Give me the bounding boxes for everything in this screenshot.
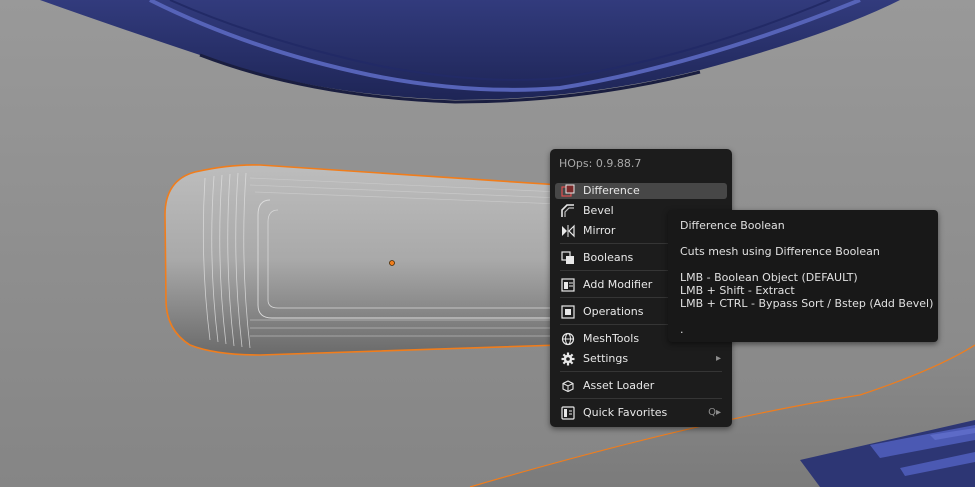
menu-item-label: Bevel — [583, 204, 614, 217]
tooltip: Difference Boolean Cuts mesh using Diffe… — [668, 210, 938, 342]
meshtools-icon — [561, 332, 575, 346]
difference-icon — [561, 184, 575, 197]
menu-item-label: MeshTools — [583, 332, 640, 345]
tooltip-description: Cuts mesh using Difference Boolean — [680, 245, 880, 258]
menu-item-quick-favorites[interactable]: Quick Favorites Q▸ — [555, 405, 727, 421]
menu-separator — [560, 398, 722, 399]
menu-item-label: Quick Favorites — [583, 406, 668, 419]
menu-item-label: Booleans — [583, 251, 634, 264]
tooltip-line: LMB - Boolean Object (DEFAULT) — [680, 271, 858, 284]
menu-item-asset-loader[interactable]: Asset Loader — [555, 378, 727, 394]
object-origin — [389, 260, 395, 266]
menu-item-settings[interactable]: Settings ▸ — [555, 351, 727, 367]
selected-mesh[interactable] — [164, 164, 561, 356]
menu-separator — [560, 371, 722, 372]
shortcut-hint: Q▸ — [708, 407, 721, 418]
tooltip-line: LMB + CTRL - Bypass Sort / Bstep (Add Be… — [680, 297, 934, 310]
menu-title: HOps: 0.9.88.7 — [559, 157, 642, 170]
booleans-icon — [561, 251, 574, 264]
menu-item-label: Operations — [583, 305, 644, 318]
quick-favorites-icon — [561, 406, 575, 420]
mirror-icon — [562, 224, 575, 238]
menu-item-difference[interactable]: Difference — [555, 183, 727, 199]
operations-icon — [561, 305, 575, 319]
bevel-icon — [561, 204, 574, 217]
gear-icon — [561, 352, 575, 366]
menu-item-label: Difference — [583, 184, 640, 197]
add-modifier-icon — [561, 278, 575, 292]
tooltip-title: Difference Boolean — [680, 219, 785, 232]
menu-item-label: Settings — [583, 352, 629, 365]
menu-item-label: Add Modifier — [583, 278, 653, 291]
tooltip-line: LMB + Shift - Extract — [680, 284, 795, 297]
menu-item-label: Asset Loader — [583, 379, 655, 392]
tooltip-footer: . — [680, 323, 684, 336]
menu-item-label: Mirror — [583, 224, 616, 237]
asset-loader-icon — [562, 380, 574, 393]
submenu-arrow-icon: ▸ — [715, 353, 721, 364]
